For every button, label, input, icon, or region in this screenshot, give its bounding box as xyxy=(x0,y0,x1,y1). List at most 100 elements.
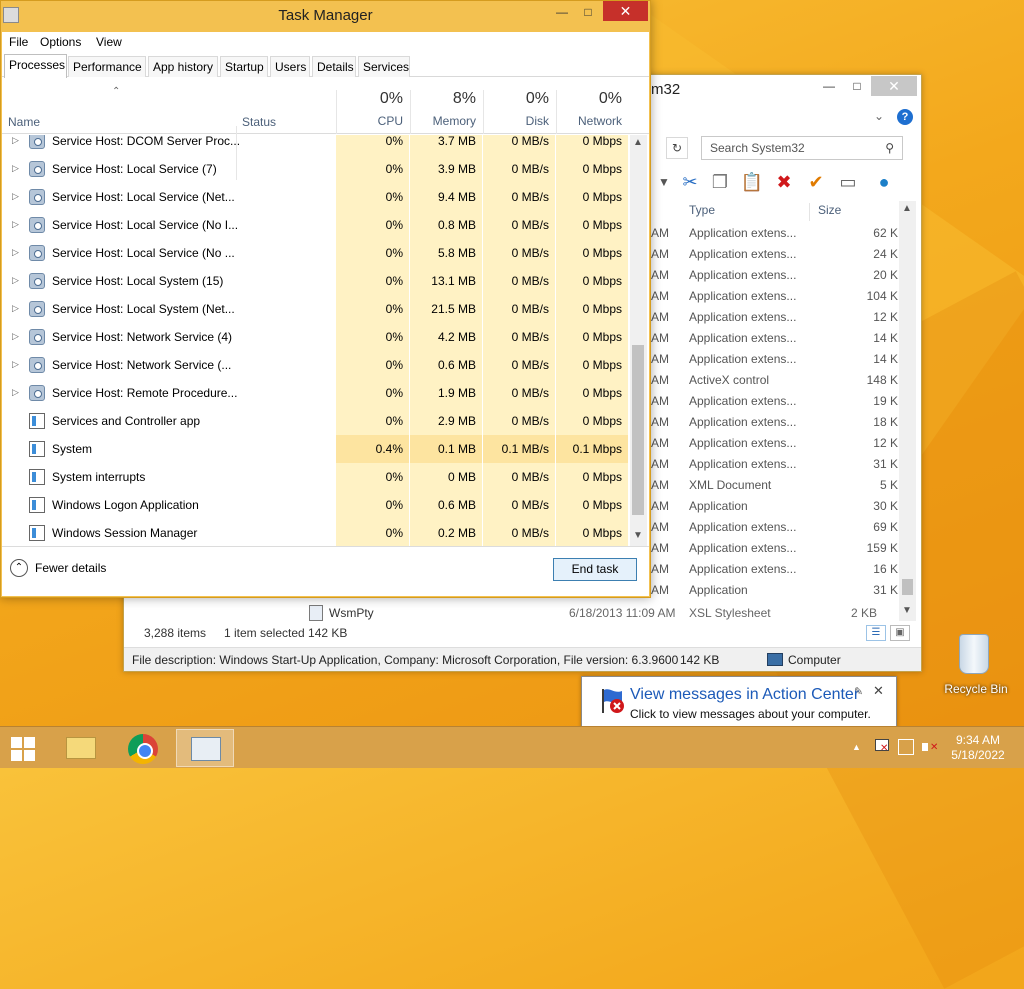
copy-icon[interactable]: ❐ xyxy=(707,169,733,195)
process-row[interactable]: ▷ Service Host: DCOM Server Proc... 0% 3.7 … xyxy=(2,135,630,155)
minimize-button[interactable]: — xyxy=(549,2,575,22)
process-row[interactable]: ▷ Service Host: Local System (15) 0% 13.1 M… xyxy=(2,267,630,295)
scroll-up-icon[interactable]: ▲ xyxy=(633,137,643,148)
menu-file[interactable]: File xyxy=(9,35,28,49)
end-task-button[interactable]: End task xyxy=(553,558,637,581)
taskbar-file-explorer[interactable] xyxy=(52,729,110,767)
process-row[interactable]: ▷ Service Host: Network Service (4) 0% 4.2 … xyxy=(2,323,630,351)
column-name[interactable]: Name xyxy=(8,115,40,129)
file-row[interactable]: AM Application extens... 18 KB xyxy=(651,412,906,433)
file-row[interactable]: AM Application extens... 69 KB xyxy=(651,517,906,538)
expand-icon[interactable]: ▷ xyxy=(12,135,19,146)
scroll-up-icon[interactable]: ▲ xyxy=(902,203,912,214)
file-row[interactable]: AM Application extens... 31 KB xyxy=(651,454,906,475)
file-row[interactable]: AM Application extens... 159 KB xyxy=(651,538,906,559)
process-row[interactable]: ▷ Service Host: Remote Procedure... 0% 1.9 … xyxy=(2,379,630,407)
tiles-view-icon[interactable]: ▣ xyxy=(890,625,910,641)
process-row[interactable]: ▷ Service Host: Local Service (7) 0% 3.9 MB… xyxy=(2,155,630,183)
file-row[interactable]: AM Application extens... 16 KB xyxy=(651,559,906,580)
process-row[interactable]: ▷ Service Host: Local Service (No I... 0% 0… xyxy=(2,211,630,239)
scroll-thumb[interactable] xyxy=(632,345,644,515)
menu-view[interactable]: View xyxy=(96,35,122,49)
file-row[interactable]: AM Application 30 KB xyxy=(651,496,906,517)
tab-services[interactable]: Services xyxy=(358,56,410,77)
file-row[interactable]: AM Application extens... 20 KB xyxy=(651,265,906,286)
task-manager-titlebar[interactable]: Task Manager — □ ✕ xyxy=(1,1,650,31)
expand-icon[interactable]: ▷ xyxy=(12,247,19,258)
explorer-scrollbar[interactable]: ▲ ▼ xyxy=(899,201,916,621)
file-row[interactable]: AM Application extens... 104 KB xyxy=(651,286,906,307)
tab-details[interactable]: Details xyxy=(312,56,356,77)
column-network[interactable]: 0% Network xyxy=(556,90,628,134)
file-row[interactable]: AM Application 31 KB xyxy=(651,580,906,601)
process-row[interactable]: Windows Session Manager 0% 0.2 MB 0 MB/s 0 M… xyxy=(2,519,630,546)
task-manager-window[interactable]: Task Manager — □ ✕ File Options View Pro… xyxy=(0,0,651,598)
taskbar-task-manager[interactable] xyxy=(176,729,234,767)
file-row[interactable]: AM XML Document 5 KB xyxy=(651,475,906,496)
show-hidden-icons-icon[interactable]: ▲ xyxy=(852,742,861,752)
maximize-button[interactable]: □ xyxy=(575,2,601,22)
expand-icon[interactable]: ▷ xyxy=(12,219,19,230)
ribbon-expand-icon[interactable]: ⌄ xyxy=(874,109,884,123)
globe-icon[interactable]: ● xyxy=(871,169,897,195)
process-row[interactable]: System 0.4% 0.1 MB 0.1 MB/s 0.1 Mbps xyxy=(2,435,630,463)
file-row[interactable]: AM Application extens... 24 KB xyxy=(651,244,906,265)
clock[interactable]: 9:34 AM 5/18/2022 xyxy=(946,733,1010,763)
expand-icon[interactable]: ▷ xyxy=(12,191,19,202)
expand-icon[interactable]: ▷ xyxy=(12,359,19,370)
column-memory[interactable]: 8% Memory xyxy=(410,90,482,134)
start-button[interactable] xyxy=(0,727,48,769)
rename-icon[interactable]: ✔ xyxy=(803,169,829,195)
cut-icon[interactable]: ✂ xyxy=(677,169,703,195)
process-row[interactable]: ▷ Service Host: Local System (Net... 0% 21.… xyxy=(2,295,630,323)
action-center-tray-icon[interactable] xyxy=(874,739,890,755)
explorer-maximize-button[interactable]: □ xyxy=(844,76,870,96)
search-input[interactable]: Search System32 ⚲ xyxy=(701,136,903,160)
help-icon[interactable]: ? xyxy=(897,109,913,125)
scroll-thumb[interactable] xyxy=(902,579,913,595)
file-row[interactable]: AM ActiveX control 148 KB xyxy=(651,370,906,391)
file-row[interactable]: AM Application extens... 12 KB xyxy=(651,433,906,454)
tab-processes[interactable]: Processes xyxy=(4,54,67,78)
refresh-icon[interactable]: ↻ xyxy=(666,137,688,159)
file-row[interactable]: AM Application extens... 12 KB xyxy=(651,307,906,328)
tab-startup[interactable]: Startup xyxy=(220,56,268,77)
process-row[interactable]: ▷ Service Host: Local Service (No ... 0% 5.… xyxy=(2,239,630,267)
delete-icon[interactable]: ✖ xyxy=(771,169,797,195)
scroll-down-icon[interactable]: ▼ xyxy=(633,530,643,541)
notification-title[interactable]: View messages in Action Center xyxy=(630,686,859,704)
column-type[interactable]: Type xyxy=(689,203,715,217)
sort-up-icon[interactable]: ⌃ xyxy=(112,86,120,97)
scroll-down-icon[interactable]: ▼ xyxy=(902,605,912,616)
explorer-minimize-button[interactable]: — xyxy=(816,76,842,96)
explorer-close-button[interactable]: ✕ xyxy=(871,76,917,96)
tab-app-history[interactable]: App history xyxy=(148,56,218,77)
process-list-scrollbar[interactable]: ▲ ▼ xyxy=(630,135,647,546)
volume-muted-icon[interactable] xyxy=(922,739,938,755)
tab-performance[interactable]: Performance xyxy=(68,56,146,77)
expand-icon[interactable]: ▷ xyxy=(12,387,19,398)
file-row[interactable]: AM Application extens... 14 KB xyxy=(651,349,906,370)
paste-icon[interactable]: 📋 xyxy=(739,169,765,195)
expand-icon[interactable]: ▷ xyxy=(12,275,19,286)
process-row[interactable]: ▷ Service Host: Local Service (Net... 0% 9.… xyxy=(2,183,630,211)
column-cpu[interactable]: 0% CPU xyxy=(336,90,409,134)
action-center-notification[interactable]: View messages in Action Center Click to … xyxy=(581,676,897,735)
file-row[interactable]: AM Application extens... 62 KB xyxy=(651,223,906,244)
taskbar-chrome[interactable] xyxy=(114,729,172,767)
process-row[interactable]: Windows Logon Application 0% 0.6 MB 0 MB/s 0… xyxy=(2,491,630,519)
recycle-bin[interactable]: Recycle Bin xyxy=(944,632,1008,702)
column-status[interactable]: Status xyxy=(242,115,276,129)
properties-icon[interactable]: ▭ xyxy=(835,169,861,195)
close-button[interactable]: ✕ xyxy=(603,1,648,21)
search-icon[interactable]: ⚲ xyxy=(885,141,894,155)
expand-icon[interactable]: ▷ xyxy=(12,163,19,174)
process-row[interactable]: ▷ Service Host: Network Service (... 0% 0.6… xyxy=(2,351,630,379)
dropdown-arrow-icon[interactable]: ▼ xyxy=(651,169,677,195)
file-row[interactable]: AM Application extens... 14 KB xyxy=(651,328,906,349)
column-size[interactable]: Size xyxy=(809,203,841,221)
menu-options[interactable]: Options xyxy=(40,35,81,49)
network-icon[interactable] xyxy=(898,739,914,755)
expand-icon[interactable]: ▷ xyxy=(12,331,19,342)
file-row[interactable]: AM Application extens... 19 KB xyxy=(651,391,906,412)
